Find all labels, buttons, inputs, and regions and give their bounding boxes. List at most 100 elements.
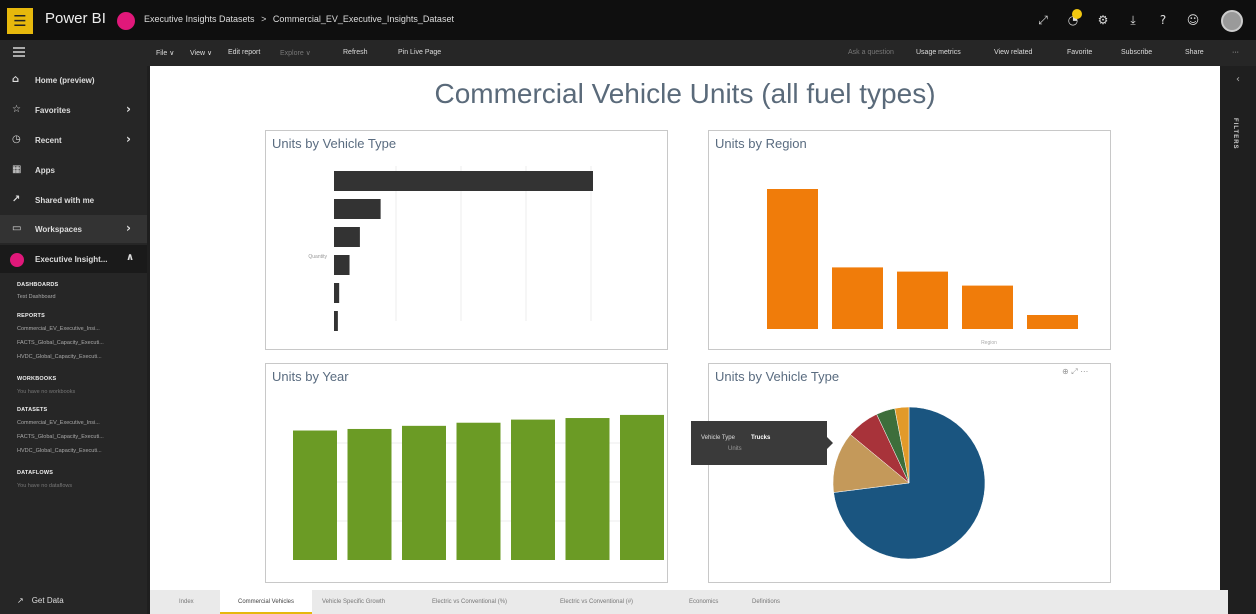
sidebar-item-executive-insights[interactable]: Executive Insight... ∧ xyxy=(0,245,147,273)
edit-report-button[interactable]: Edit report xyxy=(228,49,260,56)
chart-tooltip: Vehicle Type Trucks Units xyxy=(691,421,833,465)
visual-units-by-region[interactable]: Units by Region Region xyxy=(708,130,1111,350)
chevron-right-icon: › xyxy=(126,221,131,235)
chevron-up-icon[interactable]: ∧ xyxy=(126,252,134,263)
bar xyxy=(402,425,446,560)
page-tabs: Index Commercial Vehicles Vehicle Specific… xyxy=(150,590,1228,614)
collapse-arrow-icon[interactable]: ‹ xyxy=(1236,74,1240,85)
axis-annotation: Quantity xyxy=(308,254,327,260)
app-name[interactable]: Power BI xyxy=(45,10,106,27)
bar xyxy=(832,267,883,329)
page-tab[interactable]: Electric vs Conventional (%) xyxy=(430,590,509,614)
view-related-button[interactable]: View related xyxy=(994,49,1032,56)
chevron-right-icon: › xyxy=(126,102,131,116)
section-dashboards: DASHBOARDS xyxy=(17,282,59,288)
visual-units-by-vehicle-type-bar[interactable]: Units by Vehicle Type Quantity xyxy=(265,130,668,350)
bar xyxy=(293,430,337,560)
breadcrumb-workspace[interactable]: Executive Insights Datasets xyxy=(144,14,255,24)
filters-pane[interactable]: ‹ FILTERS xyxy=(1228,66,1256,614)
filters-label: FILTERS xyxy=(1232,118,1238,150)
pin-live-page-button[interactable]: Pin Live Page xyxy=(398,49,441,56)
workspace-avatar xyxy=(10,253,24,267)
report-item[interactable]: FACTS_Global_Capacity_Executi... xyxy=(17,340,104,346)
page-tab[interactable]: Vehicle Specific Growth xyxy=(320,590,387,614)
get-data-button[interactable]: ↗ Get Data xyxy=(17,596,64,605)
section-reports: REPORTS xyxy=(17,313,45,319)
top-bar: ☰ Power BI Executive Insights Datasets >… xyxy=(0,0,1256,40)
chevron-right-icon: › xyxy=(126,132,131,146)
report-item[interactable]: Commercial_EV_Executive_Insi... xyxy=(17,326,100,332)
share-button[interactable]: Share xyxy=(1185,49,1204,56)
get-data-label: Get Data xyxy=(31,596,64,605)
page-tab[interactable]: Electric vs Conventional (#) xyxy=(558,590,635,614)
help-icon[interactable]: ? xyxy=(1154,11,1172,29)
bar xyxy=(347,428,392,560)
nav-toggle-icon[interactable] xyxy=(13,47,25,57)
user-avatar[interactable] xyxy=(1221,10,1243,32)
vehicle-type-pie-chart xyxy=(832,406,986,560)
breadcrumb-report[interactable]: Commercial_EV_Executive_Insights_Dataset xyxy=(273,14,454,24)
action-bar: File ∨ View ∨ Edit report Explore ∨ Refr… xyxy=(0,40,1256,66)
tooltip-units-label: Units xyxy=(728,446,742,452)
breadcrumb: Executive Insights Datasets > Commercial… xyxy=(144,14,458,24)
subscribe-button[interactable]: Subscribe xyxy=(1121,49,1152,56)
visual-units-by-vehicle-type-pie[interactable]: Units by Vehicle Type ⊕ ⤢ ⋯ xyxy=(708,363,1111,583)
apps-icon: ▦ xyxy=(12,164,22,175)
sidebar-item-label: Workspaces xyxy=(35,225,82,234)
year-bar-chart xyxy=(293,414,664,560)
page-tab[interactable]: Definitions xyxy=(750,590,782,614)
tooltip-vehicle-type-label: Vehicle Type xyxy=(701,435,735,441)
expand-icon[interactable]: ⤢ xyxy=(1034,11,1052,29)
report-item[interactable]: HVDC_Global_Capacity_Executi... xyxy=(17,354,102,360)
tooltip-vehicle-type-value: Trucks xyxy=(751,435,771,441)
clock-icon: ◷ xyxy=(12,134,21,145)
bar xyxy=(897,271,948,329)
sidebar-item-recent[interactable]: ◷ Recent › xyxy=(0,126,147,154)
axis-annotation: Region xyxy=(981,340,997,346)
bar xyxy=(334,171,593,191)
bar xyxy=(1027,315,1078,329)
breadcrumb-separator: > xyxy=(261,14,267,24)
sidebar-item-shared[interactable]: ↗ Shared with me xyxy=(0,186,147,214)
section-workbooks: WORKBOOKS xyxy=(17,376,57,382)
sidebar: ⌂ Home (preview) ☆ Favorites › ◷ Recent … xyxy=(0,66,147,614)
bar xyxy=(334,283,340,303)
dataset-item[interactable]: HVDC_Global_Capacity_Executi... xyxy=(17,448,102,454)
ask-question-button[interactable]: Ask a question xyxy=(848,49,894,56)
bar xyxy=(334,199,381,219)
page-tab[interactable]: Economics xyxy=(687,590,720,614)
dataset-item[interactable]: FACTS_Global_Capacity_Executi... xyxy=(17,434,104,440)
workspace-avatar xyxy=(117,12,135,30)
app-launcher-icon[interactable]: ☰ xyxy=(7,8,33,34)
settings-icon[interactable]: ⚙ xyxy=(1094,11,1112,29)
sidebar-item-label: Favorites xyxy=(35,106,71,115)
usage-metrics-button[interactable]: Usage metrics xyxy=(916,49,961,56)
dashboard-item[interactable]: Test Dashboard xyxy=(17,294,56,300)
bar xyxy=(767,189,818,329)
workspaces-icon: ▭ xyxy=(12,223,22,234)
home-icon: ⌂ xyxy=(12,74,20,85)
file-menu[interactable]: File ∨ xyxy=(156,49,174,57)
view-menu[interactable]: View ∨ xyxy=(190,49,212,57)
star-icon: ☆ xyxy=(12,104,21,115)
sidebar-item-workspaces[interactable]: ▭ Workspaces › xyxy=(0,215,147,243)
sidebar-item-home[interactable]: ⌂ Home (preview) xyxy=(0,66,147,94)
more-options-button[interactable]: ··· xyxy=(1232,49,1239,56)
sidebar-item-apps[interactable]: ▦ Apps xyxy=(0,156,147,184)
feedback-icon[interactable]: ☺ xyxy=(1184,11,1202,29)
refresh-button[interactable]: Refresh xyxy=(343,49,368,56)
favorite-button[interactable]: Favorite xyxy=(1067,49,1092,56)
sidebar-item-label: Recent xyxy=(35,136,62,145)
vehicle-type-bar-chart: Quantity xyxy=(308,166,593,331)
bar xyxy=(565,418,610,560)
page-tab[interactable]: Index xyxy=(177,590,196,614)
sidebar-item-label: Executive Insight... xyxy=(35,255,108,264)
dataset-item[interactable]: Commercial_EV_Executive_Insi... xyxy=(17,420,100,426)
workbooks-empty: You have no workbooks xyxy=(17,389,76,395)
explore-menu[interactable]: Explore ∨ xyxy=(280,49,311,57)
section-dataflows: DATAFLOWS xyxy=(17,470,54,476)
sidebar-item-favorites[interactable]: ☆ Favorites › xyxy=(0,96,147,124)
visual-units-by-year[interactable]: Units by Year xyxy=(265,363,668,583)
download-icon[interactable]: ⤓ xyxy=(1124,11,1142,29)
page-tab[interactable]: Commercial Vehicles xyxy=(220,590,312,614)
